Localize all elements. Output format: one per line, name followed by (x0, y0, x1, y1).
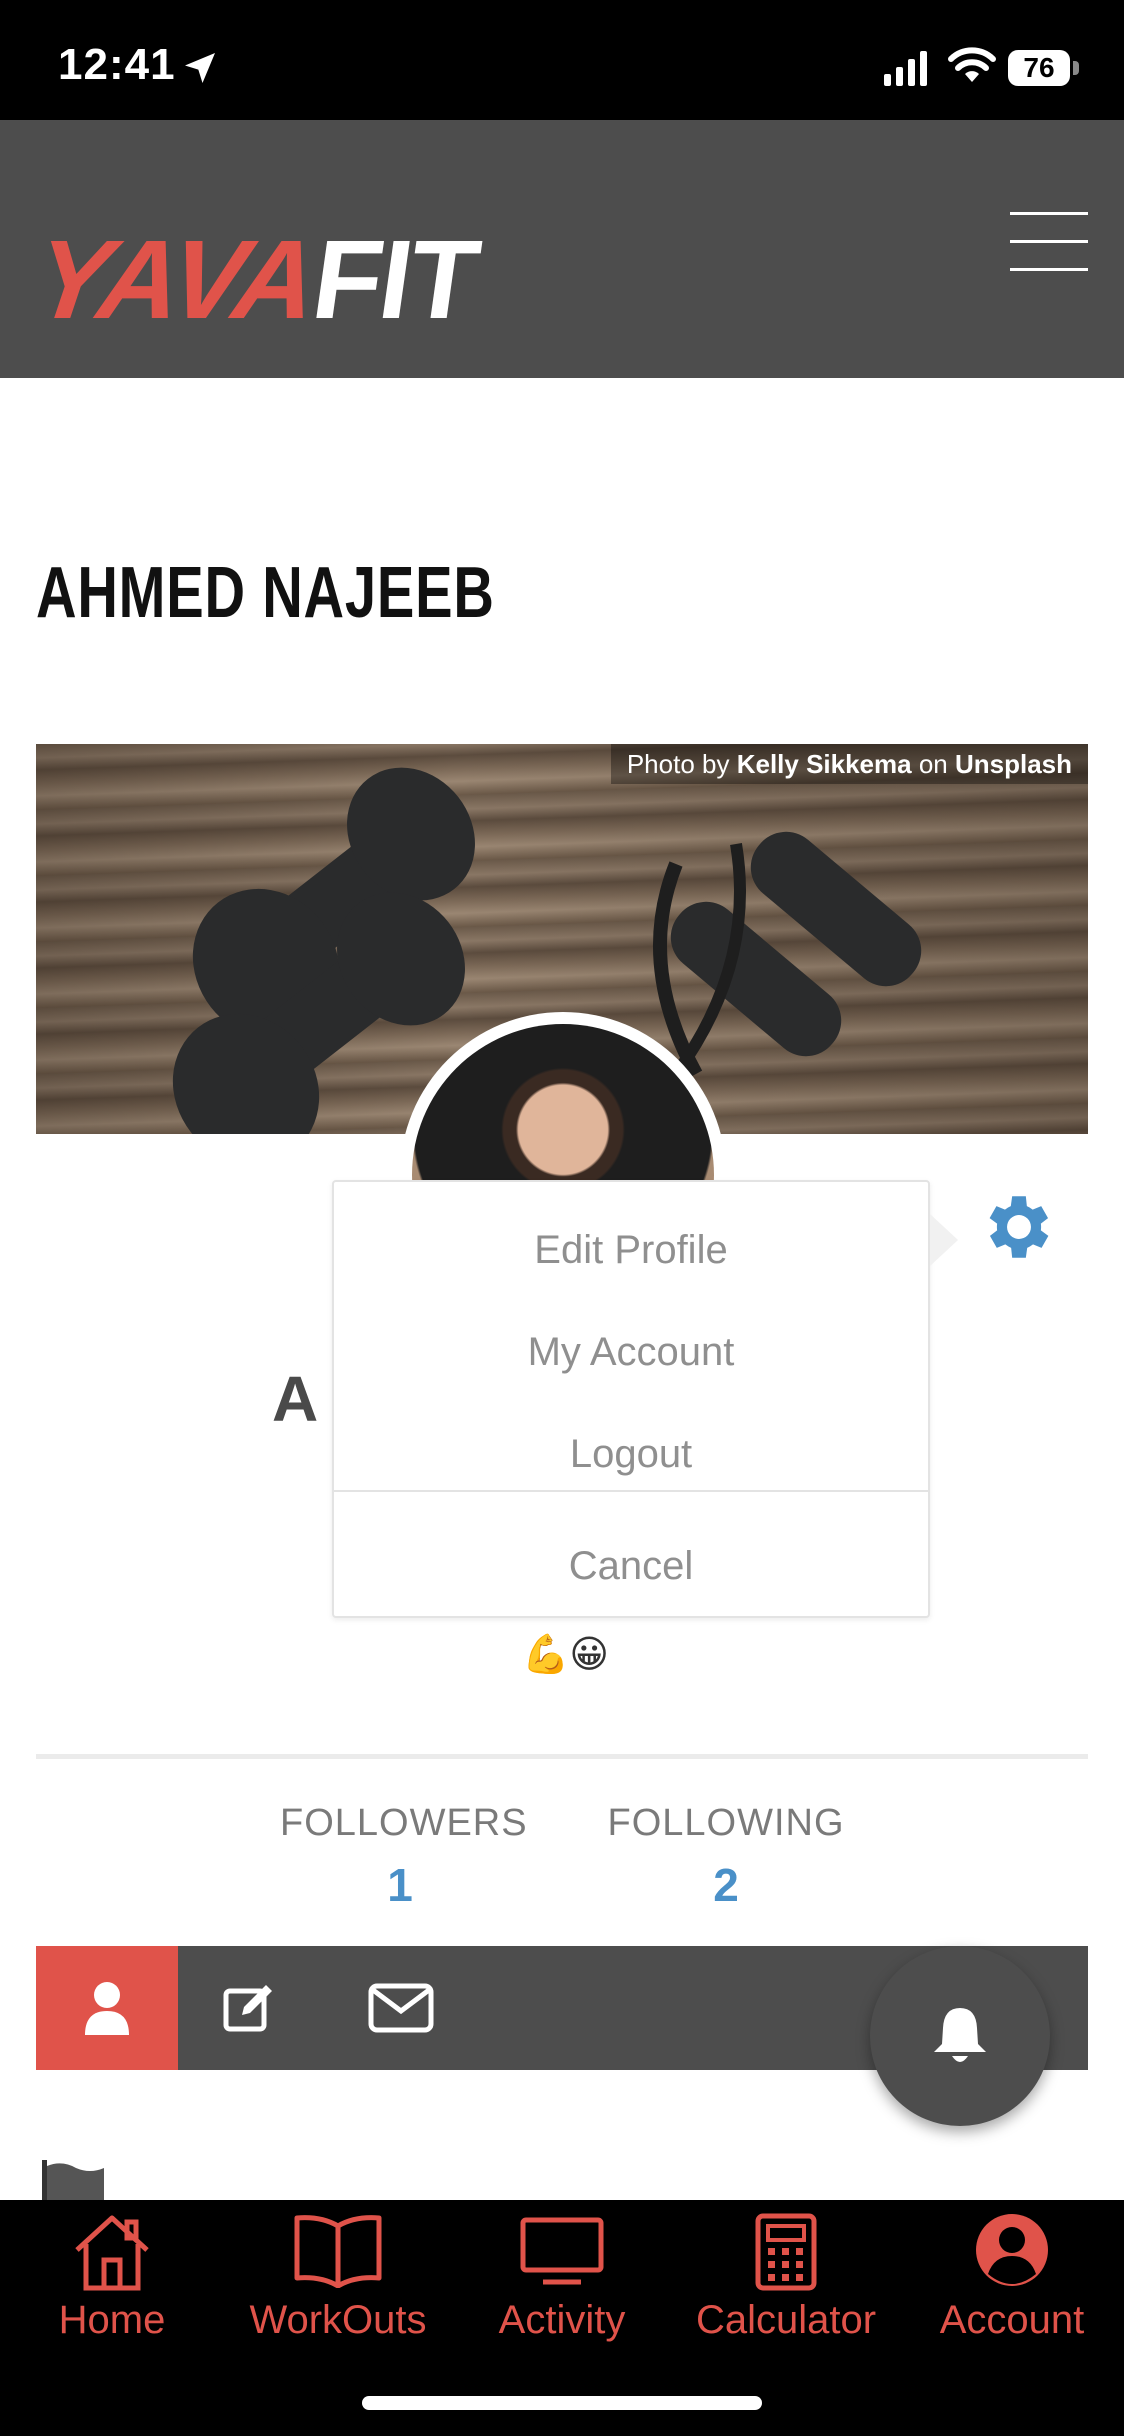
nav-account-label: Account (939, 2298, 1085, 2342)
wifi-icon (948, 47, 996, 82)
logo-part-yava: YAVA (27, 217, 324, 342)
credit-author-link[interactable]: Kelly Sikkema (737, 749, 912, 779)
location-arrow-icon (185, 53, 215, 83)
nav-home[interactable]: Home (20, 2200, 204, 2360)
flag-icon (42, 2160, 104, 2200)
nav-calculator[interactable]: Calculator (676, 2200, 896, 2360)
followers-count[interactable]: 1 (280, 1858, 520, 1912)
battery-level: 76 (1023, 52, 1055, 83)
tab-messages[interactable] (330, 1946, 472, 2070)
menu-item-logout[interactable]: Logout (334, 1432, 928, 1477)
bell-icon (934, 2008, 986, 2062)
following-count[interactable]: 2 (606, 1858, 846, 1912)
menu-item-edit-profile[interactable]: Edit Profile (334, 1228, 928, 1273)
edit-icon (223, 1985, 272, 2032)
following-label[interactable]: FOLLOWING (606, 1802, 846, 1845)
user-icon (85, 1982, 129, 2035)
profile-name-partial: A (272, 1363, 319, 1435)
status-bar: 12:41 76 (0, 0, 1124, 120)
nav-home-label: Home (58, 2298, 166, 2342)
mail-icon (368, 1983, 434, 2033)
nav-activity-label: Activity (498, 2298, 626, 2342)
profile-bio-emoji: 💪😀 (522, 1632, 609, 1676)
nav-activity[interactable]: Activity (470, 2200, 654, 2360)
nav-account[interactable]: Account (920, 2200, 1104, 2360)
credit-mid: on (911, 749, 955, 779)
calculator-icon (755, 2213, 817, 2291)
status-time: 12:41 (58, 40, 176, 89)
app-header: YAVAFIT (0, 120, 1124, 378)
hamburger-menu-button[interactable] (1010, 212, 1088, 272)
yavafit-logo[interactable]: YAVAFIT (27, 217, 485, 342)
credit-prefix: Photo by (626, 749, 737, 779)
menu-divider (334, 1490, 928, 1492)
nav-workouts-label: WorkOuts (249, 2298, 427, 2342)
section-divider (36, 1754, 1088, 1759)
account-icon (976, 2214, 1048, 2286)
gear-icon[interactable] (978, 1186, 1060, 1268)
menu-item-cancel[interactable]: Cancel (334, 1544, 928, 1589)
menu-caret (930, 1214, 958, 1266)
cellular-signal-icon (884, 51, 927, 86)
followers-label[interactable]: FOLLOWERS (280, 1802, 527, 1845)
battery-indicator: 76 (1008, 50, 1080, 86)
photo-credit: Photo by Kelly Sikkema on Unsplash (610, 744, 1088, 784)
credit-site-link[interactable]: Unsplash (955, 749, 1072, 779)
logo-part-fit: FIT (305, 217, 486, 342)
profile-options-menu: Edit Profile My Account Logout Cancel (332, 1180, 930, 1618)
home-icon (75, 2215, 149, 2291)
monitor-icon (520, 2217, 604, 2285)
tab-posts[interactable] (178, 1946, 320, 2070)
nav-calculator-label: Calculator (695, 2298, 877, 2342)
menu-item-my-account[interactable]: My Account (334, 1330, 928, 1375)
home-indicator (362, 2396, 762, 2410)
book-icon (294, 2215, 382, 2288)
tab-profile[interactable] (36, 1946, 178, 2070)
page-title: AHMED NAJEEB (36, 553, 495, 633)
notifications-button[interactable] (870, 1946, 1050, 2126)
nav-workouts[interactable]: WorkOuts (228, 2200, 448, 2360)
